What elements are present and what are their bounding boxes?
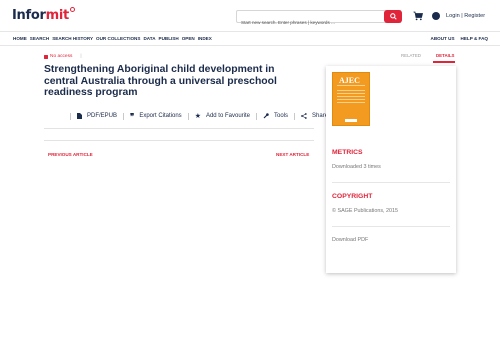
lock-icon [44, 54, 48, 59]
nav-search[interactable]: SEARCH [30, 36, 49, 41]
add-to-favourite-label: Add to Favourite [205, 113, 250, 119]
search-button[interactable] [384, 10, 402, 23]
article-divider [44, 140, 314, 141]
nav-divider-bottom [0, 45, 500, 46]
add-to-favourite-button[interactable]: ★ Add to Favourite [195, 112, 250, 120]
nav-about-us[interactable]: ABOUT US [431, 36, 455, 41]
toolbar-divider [256, 112, 257, 120]
cart-icon[interactable] [413, 11, 423, 21]
download-pdf-link[interactable]: Download PDF [332, 237, 368, 243]
cover-rule [337, 85, 365, 86]
details-panel: AJEC METRICS Downloaded 3 times COPYRIGH… [326, 66, 456, 273]
nav-help-faq[interactable]: HELP & FAQ [461, 36, 488, 41]
toolbar-divider [187, 112, 189, 120]
nav-data[interactable]: DATA [143, 36, 155, 41]
toolbar-divider [294, 112, 296, 120]
tools-button[interactable]: Tools [263, 113, 288, 119]
pdf-epub-label: PDF/EPUB [87, 113, 118, 119]
star-icon: ★ [194, 112, 201, 120]
article-toolbar: PDF/EPUB ❞ Export Citations ★ Add to Fav… [64, 112, 328, 120]
logo-text-part2: mit [45, 8, 70, 23]
document-icon [77, 113, 82, 119]
secondary-nav: ABOUT US HELP & FAQ [431, 36, 488, 41]
nav-publish[interactable]: PUBLISH [159, 36, 179, 41]
active-tab-indicator [433, 61, 455, 63]
nav-index[interactable]: INDEX [198, 36, 212, 41]
nav-search-history[interactable]: SEARCH HISTORY [52, 36, 93, 41]
user-avatar-icon[interactable] [432, 12, 440, 20]
copyright-heading: COPYRIGHT [332, 193, 373, 200]
copyright-value: © SAGE Publications, 2015 [332, 208, 399, 214]
tab-details[interactable]: DETAILS [436, 53, 454, 58]
nav-home[interactable]: HOME [13, 36, 27, 41]
search-field[interactable] [236, 10, 401, 28]
access-status: No access | [44, 54, 82, 59]
cover-text-block [337, 90, 365, 104]
toolbar-divider [70, 112, 71, 120]
main-nav: HOME SEARCH SEARCH HISTORY OUR COLLECTIO… [13, 36, 212, 41]
search-input[interactable] [237, 17, 400, 28]
informit-logo[interactable]: Informit [12, 7, 75, 23]
panel-divider [332, 226, 450, 227]
logo-dot-icon [69, 7, 75, 12]
access-label: No access [50, 54, 73, 59]
export-citations-button[interactable]: ❞ Export Citations [130, 110, 182, 121]
nav-divider-top [0, 31, 500, 32]
nav-our-collections[interactable]: OUR COLLECTIONS [96, 36, 140, 41]
metrics-heading: METRICS [332, 149, 363, 156]
next-article-link[interactable]: NEXT ARTICLE [276, 152, 309, 157]
logo-text-part1: Infor [12, 8, 46, 23]
share-button[interactable]: Share [301, 113, 328, 119]
access-separator: | [80, 54, 82, 59]
previous-article-link[interactable]: PREVIOUS ARTICLE [48, 152, 93, 157]
article-title: Strengthening Aboriginal child developme… [44, 64, 277, 99]
cover-publisher-mark [345, 119, 357, 122]
wrench-icon [263, 113, 269, 119]
article-divider [44, 128, 314, 129]
search-icon [389, 13, 397, 20]
quote-icon: ❞ [130, 110, 135, 121]
panel-divider [332, 182, 450, 183]
login-register-link[interactable]: Login | Register [446, 13, 485, 19]
cover-title: AJEC [339, 76, 360, 85]
export-citations-label: Export Citations [139, 113, 182, 119]
share-icon [301, 113, 307, 119]
pdf-epub-button[interactable]: PDF/EPUB [77, 113, 117, 119]
tab-related[interactable]: RELATED [401, 53, 421, 58]
metrics-value: Downloaded 3 times [332, 164, 381, 170]
toolbar-divider [123, 112, 125, 120]
tools-label: Tools [274, 113, 289, 119]
nav-open[interactable]: OPEN [182, 36, 195, 41]
journal-cover-image[interactable]: AJEC [332, 72, 370, 126]
